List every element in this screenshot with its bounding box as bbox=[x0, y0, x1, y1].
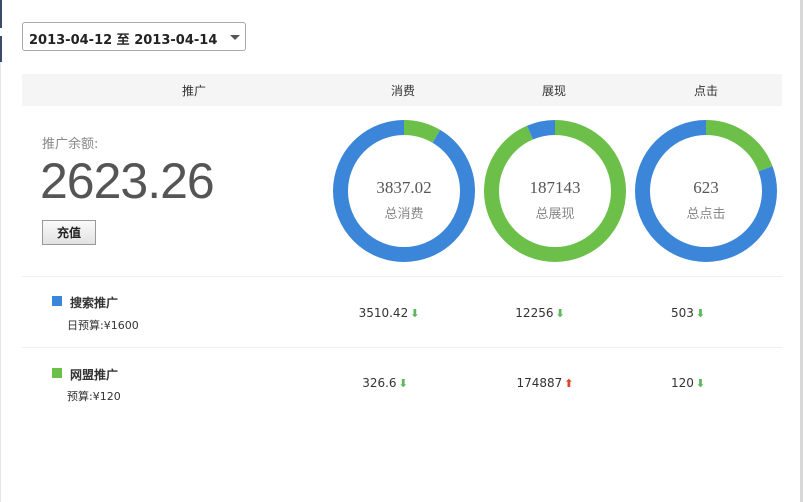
alliance-promo-legend-square bbox=[52, 368, 62, 378]
alliance-promo-clicks: 120 ⬇ bbox=[671, 376, 705, 390]
arrow-down-icon: ⬇ bbox=[398, 376, 408, 390]
donut-cost-value: 3837.02 bbox=[376, 178, 432, 197]
header-cost: 消费 bbox=[390, 84, 416, 98]
balance-value: 2623.26 bbox=[40, 153, 215, 209]
search-promo-name[interactable]: 搜索推广 bbox=[70, 294, 118, 311]
search-promo-cost-value: 3510.42 bbox=[358, 306, 409, 320]
arrow-down-icon: ⬇ bbox=[555, 306, 565, 320]
search-promo-budget: 日预算:¥1600 bbox=[67, 319, 139, 332]
frame-border bbox=[0, 62, 1, 502]
alliance-promo-impressions-value: 174887 bbox=[516, 376, 563, 390]
donut-clicks-label: 总点击 bbox=[686, 207, 726, 222]
search-promo-clicks: 503 ⬇ bbox=[671, 306, 705, 320]
alliance-promo-impressions: 174887 ⬆ bbox=[516, 376, 573, 390]
date-range-select[interactable]: 2013-04-12 至 2013-04-14 bbox=[22, 22, 246, 51]
header-clicks: 点击 bbox=[693, 84, 719, 98]
search-promo-cost: 3510.42 ⬇ bbox=[359, 306, 420, 320]
donut-clicks-value: 623 bbox=[693, 178, 719, 197]
arrow-down-icon: ⬇ bbox=[410, 306, 420, 320]
search-promo-impressions: 12256 ⬇ bbox=[515, 306, 564, 320]
alliance-promo-cost: 326.6 ⬇ bbox=[362, 376, 408, 390]
alliance-promo-cost-value: 326.6 bbox=[362, 376, 397, 390]
chevron-down-icon[interactable] bbox=[230, 35, 240, 40]
balance-label: 推广余额: bbox=[42, 137, 99, 152]
frame-edge bbox=[0, 0, 2, 28]
search-promo-impressions-value: 12256 bbox=[515, 306, 554, 320]
date-range-value: 2013-04-12 至 2013-04-14 bbox=[29, 33, 218, 48]
alliance-promo-budget: 预算:¥120 bbox=[67, 390, 121, 403]
header-impressions: 展现 bbox=[541, 84, 567, 98]
arrow-down-icon: ⬇ bbox=[695, 376, 706, 390]
search-promo-legend-square bbox=[52, 296, 62, 306]
divider bbox=[22, 347, 782, 348]
alliance-promo-name[interactable]: 网盟推广 bbox=[70, 366, 118, 383]
alliance-promo-clicks-value: 120 bbox=[670, 376, 694, 390]
donut-impressions-label: 总展现 bbox=[535, 207, 575, 222]
header-promo: 推广 bbox=[181, 84, 207, 98]
arrow-up-icon: ⬆ bbox=[564, 376, 574, 390]
donut-cost-label: 总消费 bbox=[384, 207, 424, 222]
divider bbox=[22, 276, 782, 277]
arrow-down-icon: ⬇ bbox=[695, 306, 706, 320]
recharge-button[interactable]: 充值 bbox=[42, 220, 96, 245]
frame-edge bbox=[0, 36, 2, 62]
donut-impressions-value: 187143 bbox=[529, 178, 581, 197]
search-promo-clicks-value: 503 bbox=[670, 306, 694, 320]
